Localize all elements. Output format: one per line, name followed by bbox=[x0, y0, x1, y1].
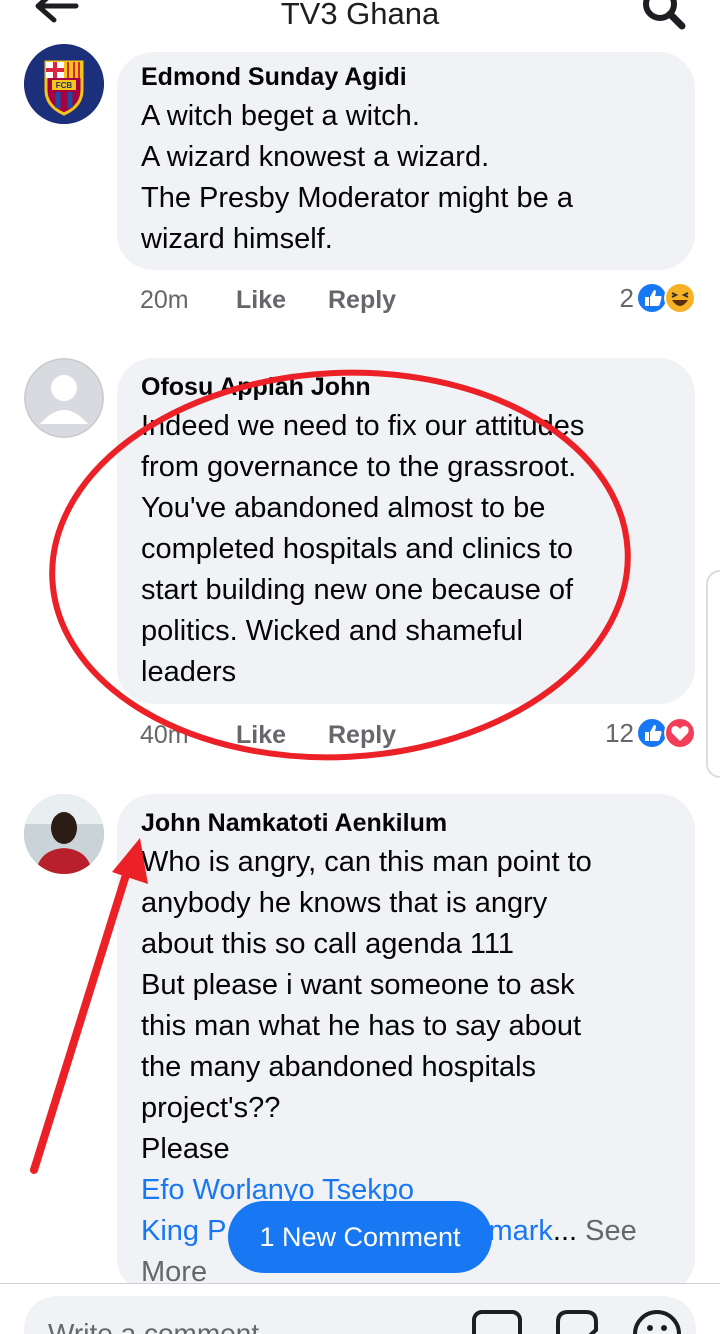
reaction-count: 2 bbox=[619, 282, 634, 313]
like-button[interactable]: Like bbox=[236, 721, 328, 750]
comment-input[interactable]: Write a comment... bbox=[24, 1296, 696, 1334]
user-photo-icon bbox=[24, 794, 104, 874]
search-icon[interactable] bbox=[640, 0, 690, 40]
comment-author[interactable]: Edmond Sunday Agidi bbox=[141, 62, 671, 92]
haha-reaction-icon bbox=[664, 282, 696, 314]
reply-button[interactable]: Reply bbox=[328, 721, 396, 750]
reaction-summary[interactable]: 2 bbox=[620, 282, 696, 314]
avatar[interactable]: FCB bbox=[24, 44, 104, 124]
reaction-count: 12 bbox=[605, 717, 634, 748]
page-title: TV3 Ghana bbox=[280, 0, 440, 31]
comment-text: A witch beget a witch. A wizard knowest … bbox=[141, 100, 573, 255]
love-reaction-icon bbox=[664, 717, 696, 749]
like-button[interactable]: Like bbox=[236, 286, 328, 315]
mention-link[interactable]: King P bbox=[141, 1215, 226, 1247]
ellipsis: ... bbox=[552, 1215, 578, 1247]
gif-icon[interactable] bbox=[472, 1308, 522, 1334]
fcb-crest-icon: FCB bbox=[24, 44, 104, 124]
annotation-arrow-shaft bbox=[30, 858, 134, 1174]
comment-author[interactable]: John Namkatoti Aenkilum bbox=[141, 808, 671, 838]
sticker-icon[interactable] bbox=[552, 1308, 602, 1334]
comment-bubble: Ofosu Appiah John Indeed we need to fix … bbox=[117, 358, 695, 704]
comment-text: Indeed we need to fix our attitudes from… bbox=[141, 410, 585, 688]
comment-actions: 20m Like Reply bbox=[140, 286, 396, 315]
comment-bubble: Edmond Sunday Agidi A witch beget a witc… bbox=[117, 52, 695, 270]
reaction-summary[interactable]: 12 bbox=[605, 717, 696, 749]
see-more-button[interactable]: See bbox=[585, 1215, 637, 1247]
comment-composer: Write a comment... bbox=[0, 1283, 720, 1334]
comment-time: 40m bbox=[140, 721, 189, 749]
default-avatar-icon bbox=[24, 358, 104, 438]
comment-placeholder: Write a comment... bbox=[48, 1318, 283, 1334]
reply-button[interactable]: Reply bbox=[328, 286, 396, 315]
crest-badge-text: FCB bbox=[56, 81, 73, 90]
scroll-handle[interactable] bbox=[706, 570, 720, 778]
comment-author[interactable]: Ofosu Appiah John bbox=[141, 372, 671, 402]
comment-actions: 40m Like Reply bbox=[140, 721, 396, 750]
top-bar: TV3 Ghana bbox=[0, 0, 720, 40]
avatar[interactable] bbox=[24, 358, 104, 438]
emoji-icon[interactable] bbox=[632, 1308, 682, 1334]
avatar[interactable] bbox=[24, 794, 104, 874]
new-comment-button[interactable]: 1 New Comment bbox=[228, 1201, 492, 1273]
comment-time: 20m bbox=[140, 286, 189, 314]
mention-link[interactable]: mark bbox=[488, 1215, 552, 1247]
